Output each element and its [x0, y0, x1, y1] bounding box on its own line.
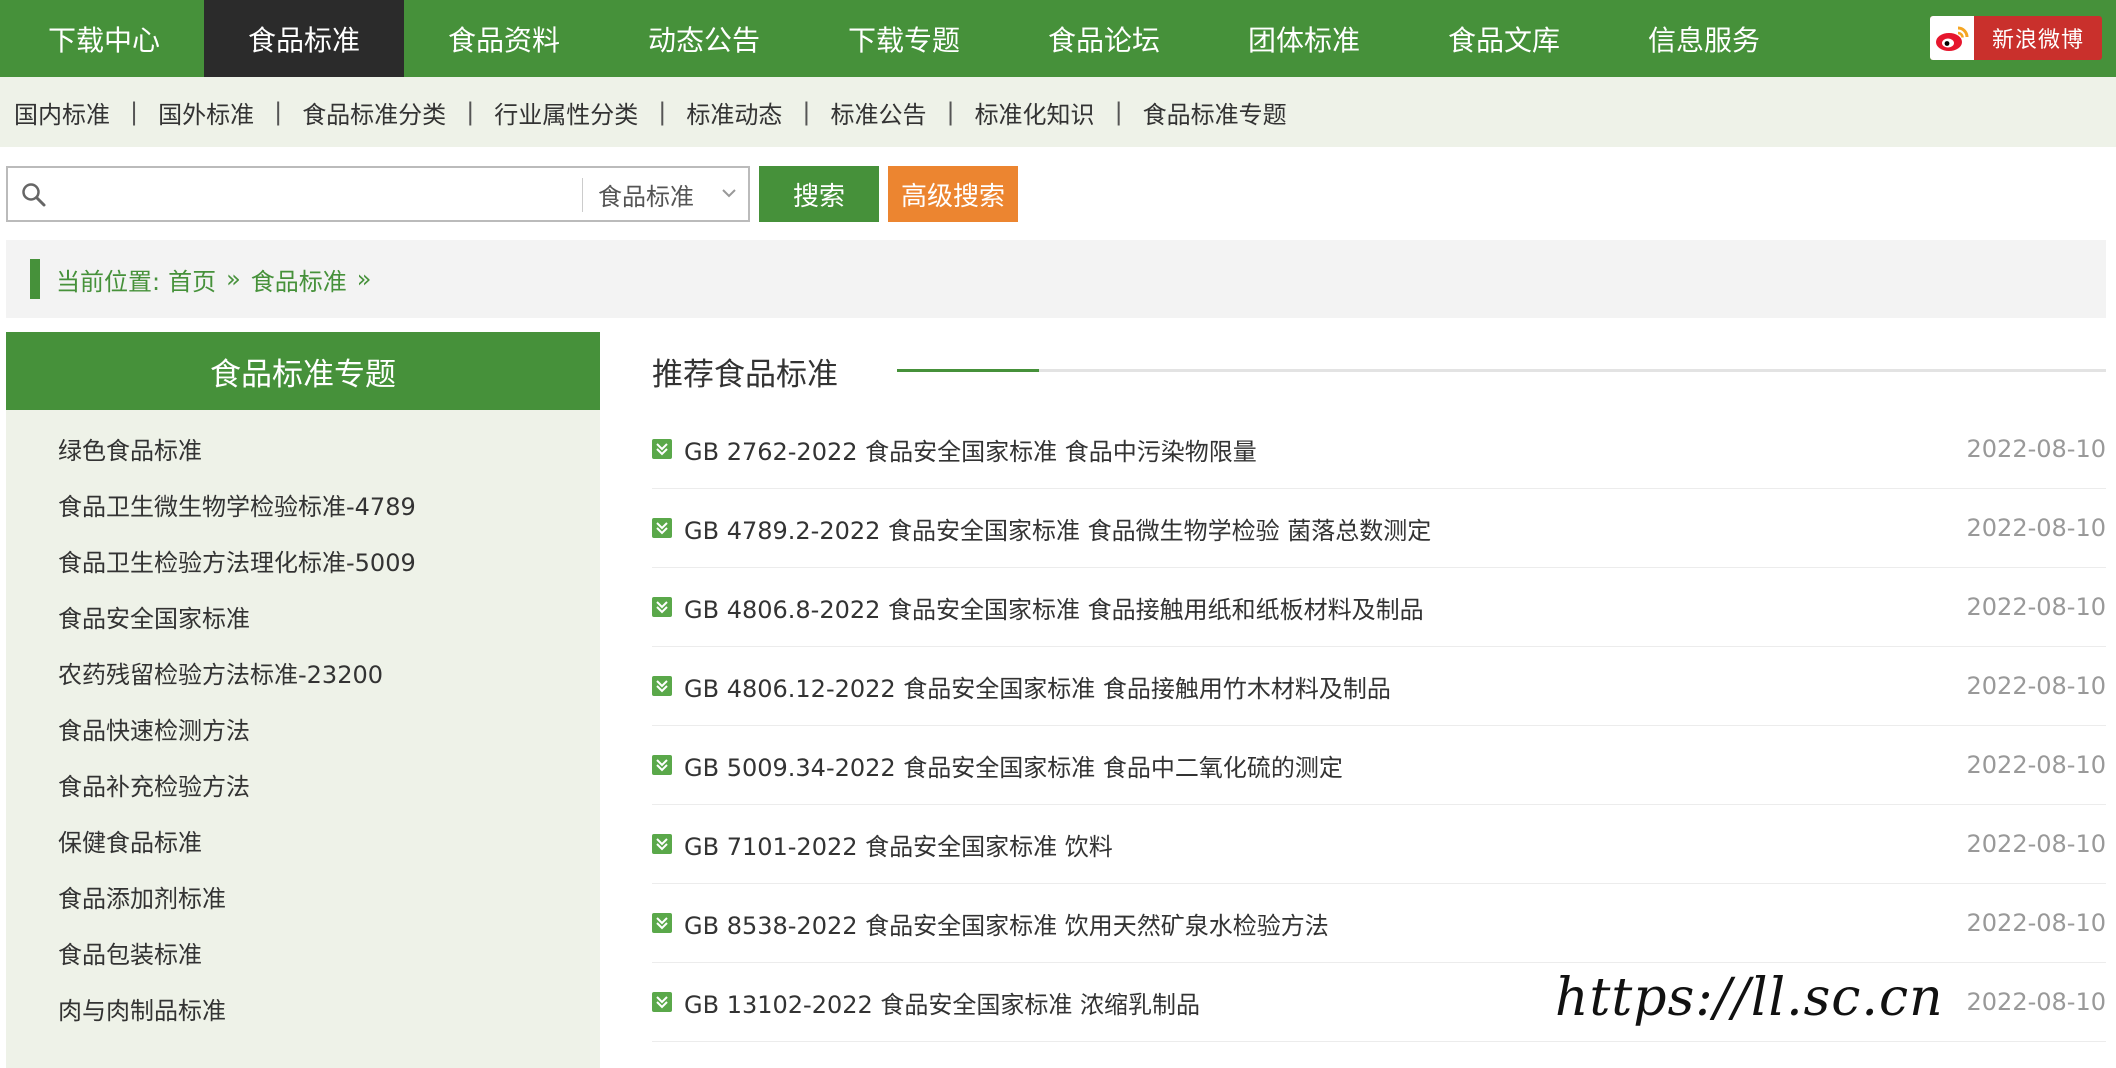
nav-item-food-forum[interactable]: 食品论坛: [1004, 0, 1204, 77]
list-item-date: 2022-08-10: [1966, 593, 2106, 621]
subnav-item-domestic[interactable]: 国内标准: [14, 95, 110, 130]
list-item-title[interactable]: GB 4806.12-2022 食品安全国家标准 食品接触用竹木材料及制品: [684, 669, 1391, 704]
search-category-select[interactable]: 食品标准: [598, 168, 748, 220]
list-item-title[interactable]: GB 4789.2-2022 食品安全国家标准 食品微生物学检验 菌落总数测定: [684, 511, 1431, 546]
section-header: 推荐食品标准: [652, 332, 2106, 410]
sidebar-item[interactable]: 食品卫生微生物学检验标准-4789: [6, 476, 600, 532]
section-rule-accent: [897, 369, 1039, 372]
breadcrumb-accent-bar: [30, 259, 40, 299]
subnav-item-knowledge[interactable]: 标准化知识: [975, 95, 1095, 130]
subnav-separator: |: [946, 98, 955, 126]
subnav-item-notices[interactable]: 标准公告: [830, 95, 926, 130]
double-chevron-down-icon: [652, 518, 672, 538]
sub-navigation: 国内标准 | 国外标准 | 食品标准分类 | 行业属性分类 | 标准动态 | 标…: [0, 77, 2116, 147]
list-item: GB 4806.8-2022 食品安全国家标准 食品接触用纸和纸板材料及制品 2…: [652, 568, 2106, 647]
watermark-text: https://ll.sc.cn: [1555, 968, 1944, 1028]
list-item-title[interactable]: GB 8538-2022 食品安全国家标准 饮用天然矿泉水检验方法: [684, 906, 1329, 941]
list-item-title[interactable]: GB 5009.34-2022 食品安全国家标准 食品中二氧化硫的测定: [684, 748, 1343, 783]
search-input[interactable]: [56, 174, 576, 214]
advanced-search-button[interactable]: 高级搜索: [888, 166, 1018, 222]
search-category-value: 食品标准: [598, 182, 694, 211]
sidebar-item[interactable]: 保健食品标准: [6, 812, 600, 868]
search-icon: [22, 183, 46, 207]
double-chevron-down-icon: [652, 439, 672, 459]
sidebar-item[interactable]: 食品卫生检验方法理化标准-5009: [6, 532, 600, 588]
breadcrumb: 当前位置: 首页 » 食品标准 »: [6, 240, 2106, 318]
sidebar-title: 食品标准专题: [6, 332, 600, 410]
breadcrumb-separator: »: [226, 265, 241, 293]
subnav-item-classification[interactable]: 食品标准分类: [302, 95, 446, 130]
breadcrumb-home-link[interactable]: 首页: [168, 262, 216, 297]
list-item: GB 5009.34-2022 食品安全国家标准 食品中二氧化硫的测定 2022…: [652, 726, 2106, 805]
sidebar-item[interactable]: 肉与肉制品标准: [6, 980, 600, 1036]
double-chevron-down-icon: [652, 992, 672, 1012]
nav-item-food-materials[interactable]: 食品资料: [404, 0, 604, 77]
subnav-separator: |: [802, 98, 811, 126]
nav-item-announcements[interactable]: 动态公告: [604, 0, 804, 77]
sidebar-item[interactable]: 食品添加剂标准: [6, 868, 600, 924]
subnav-separator: |: [658, 98, 667, 126]
weibo-button[interactable]: 新浪微博: [1930, 16, 2102, 60]
list-item-title[interactable]: GB 7101-2022 食品安全国家标准 饮料: [684, 827, 1113, 862]
subnav-item-foreign[interactable]: 国外标准: [158, 95, 254, 130]
sidebar-item[interactable]: 绿色食品标准: [6, 420, 600, 476]
search-button[interactable]: 搜索: [759, 166, 879, 222]
nav-item-download-center[interactable]: 下载中心: [4, 0, 204, 77]
chevron-down-icon: [722, 189, 736, 198]
weibo-icon: [1930, 16, 1974, 60]
double-chevron-down-icon: [652, 676, 672, 696]
nav-item-group-standards[interactable]: 团体标准: [1204, 0, 1404, 77]
list-item-title[interactable]: GB 4806.8-2022 食品安全国家标准 食品接触用纸和纸板材料及制品: [684, 590, 1424, 625]
double-chevron-down-icon: [652, 755, 672, 775]
double-chevron-down-icon: [652, 834, 672, 854]
breadcrumb-prefix: 当前位置:: [56, 267, 161, 296]
search-bar: 食品标准: [6, 166, 750, 222]
list-item: GB 4806.12-2022 食品安全国家标准 食品接触用竹木材料及制品 20…: [652, 647, 2106, 726]
list-item-title[interactable]: GB 13102-2022 食品安全国家标准 浓缩乳制品: [684, 985, 1200, 1020]
double-chevron-down-icon: [652, 597, 672, 617]
subnav-separator: |: [274, 98, 283, 126]
sidebar-item[interactable]: 食品补充检验方法: [6, 756, 600, 812]
sidebar-item[interactable]: 食品包装标准: [6, 924, 600, 980]
breadcrumb-separator: »: [356, 265, 372, 293]
section-title: 推荐食品标准: [652, 356, 838, 393]
list-item-date: 2022-08-10: [1966, 751, 2106, 779]
list-item-date: 2022-08-10: [1966, 514, 2106, 542]
list-item: GB 8538-2022 食品安全国家标准 饮用天然矿泉水检验方法 2022-0…: [652, 884, 2106, 963]
breadcrumb-current-link[interactable]: 食品标准: [251, 262, 347, 297]
list-item-date: 2022-08-10: [1966, 830, 2106, 858]
sidebar-item[interactable]: 农药残留检验方法标准-23200: [6, 644, 600, 700]
double-chevron-down-icon: [652, 913, 672, 933]
subnav-separator: |: [1114, 98, 1123, 126]
recommended-standards: 推荐食品标准 GB 2762-2022 食品安全国家标准 食品中污染物限量 20…: [652, 332, 2106, 1042]
list-item: GB 7101-2022 食品安全国家标准 饮料 2022-08-10: [652, 805, 2106, 884]
subnav-separator: |: [130, 98, 139, 126]
sidebar-item[interactable]: 食品快速检测方法: [6, 700, 600, 756]
top-navigation: 下载中心 食品标准 食品资料 动态公告 下载专题 食品论坛 团体标准 食品文库 …: [0, 0, 2116, 77]
subnav-item-news[interactable]: 标准动态: [686, 95, 782, 130]
list-item: GB 2762-2022 食品安全国家标准 食品中污染物限量 2022-08-1…: [652, 410, 2106, 489]
list-item-date: 2022-08-10: [1966, 435, 2106, 463]
list-item-date: 2022-08-10: [1966, 988, 2106, 1016]
nav-item-info-service[interactable]: 信息服务: [1604, 0, 1804, 77]
list-item-title[interactable]: GB 2762-2022 食品安全国家标准 食品中污染物限量: [684, 432, 1257, 467]
subnav-separator: |: [466, 98, 475, 126]
weibo-label: 新浪微博: [1991, 28, 2084, 53]
sidebar-item[interactable]: 食品安全国家标准: [6, 588, 600, 644]
list-item-date: 2022-08-10: [1966, 672, 2106, 700]
nav-item-download-topics[interactable]: 下载专题: [804, 0, 1004, 77]
subnav-item-industry[interactable]: 行业属性分类: [494, 95, 638, 130]
subnav-item-topics[interactable]: 食品标准专题: [1143, 95, 1287, 130]
list-item-date: 2022-08-10: [1966, 909, 2106, 937]
nav-item-food-library[interactable]: 食品文库: [1404, 0, 1604, 77]
search-divider: [582, 178, 583, 212]
list-item: GB 4789.2-2022 食品安全国家标准 食品微生物学检验 菌落总数测定 …: [652, 489, 2106, 568]
sidebar-list: 绿色食品标准 食品卫生微生物学检验标准-4789 食品卫生检验方法理化标准-50…: [6, 410, 600, 1036]
nav-item-food-standards[interactable]: 食品标准: [204, 0, 404, 77]
section-rule: [897, 369, 2106, 372]
sidebar: 食品标准专题 绿色食品标准 食品卫生微生物学检验标准-4789 食品卫生检验方法…: [6, 332, 600, 1068]
